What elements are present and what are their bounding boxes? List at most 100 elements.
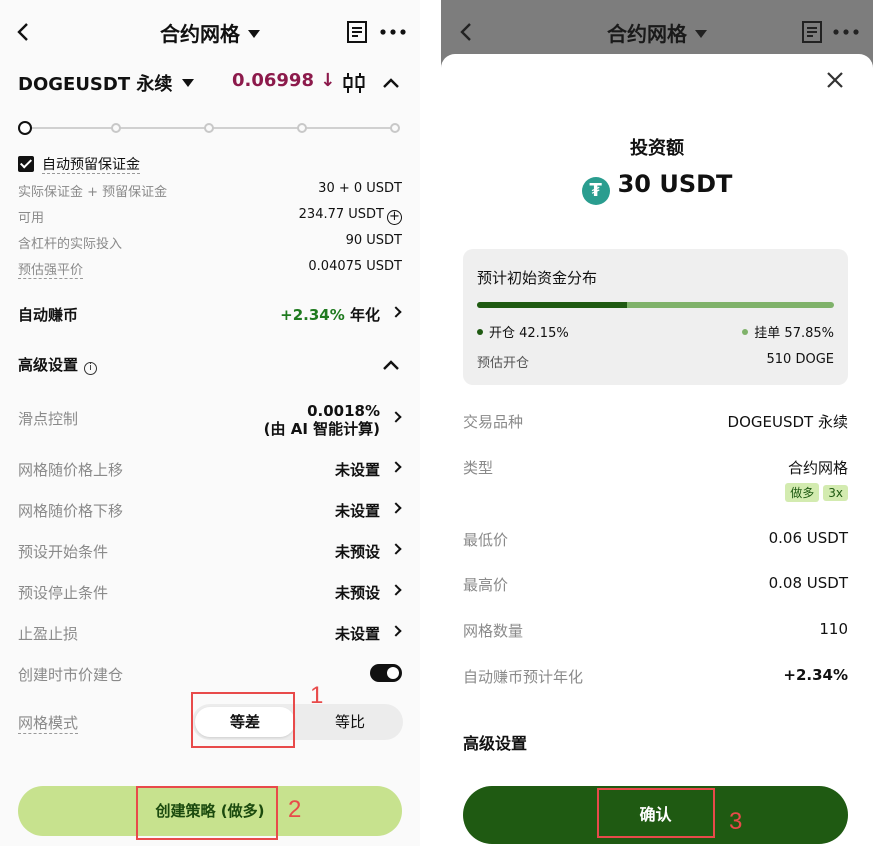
grid-shift-down-row[interactable]: 网格随价格下移 未设置 bbox=[18, 498, 402, 524]
detail-row-symbol: 交易品种 DOGEUSDT 永续 bbox=[463, 411, 848, 433]
detail-row-grid-count: 网格数量 110 bbox=[463, 620, 848, 642]
legend-dot-open bbox=[477, 329, 483, 335]
setting-value: 未设置 bbox=[334, 625, 380, 643]
estimated-open-value: 510 DOGE bbox=[766, 352, 834, 367]
advanced-title: 高级设置 bbox=[18, 356, 79, 374]
more-dots-icon[interactable] bbox=[378, 20, 408, 44]
stop-condition-row[interactable]: 预设停止条件 未预设 bbox=[18, 580, 402, 606]
annotation-box bbox=[136, 786, 278, 840]
chevron-right-icon bbox=[390, 411, 402, 423]
dimmed-top-bar: 合约网格 bbox=[441, 0, 873, 60]
info-label: 可用 bbox=[18, 211, 45, 226]
info-value: 0.04075 USDT bbox=[308, 259, 402, 274]
estimated-open-label: 预估开仓 bbox=[477, 356, 530, 371]
slider-stop[interactable] bbox=[297, 123, 307, 133]
detail-label: 最低价 bbox=[463, 531, 509, 549]
estimated-open-row: 预估开仓 510 DOGE bbox=[477, 352, 834, 371]
detail-label: 类型 bbox=[463, 459, 494, 477]
start-condition-row[interactable]: 预设开始条件 未预设 bbox=[18, 539, 402, 565]
info-value: 30 + 0 USDT bbox=[318, 181, 402, 196]
auto-reserve-label: 自动预留保证金 bbox=[42, 157, 140, 174]
chevron-up-icon[interactable] bbox=[380, 72, 402, 94]
candlestick-chart-icon[interactable] bbox=[342, 71, 366, 95]
page-title: 合约网格 bbox=[607, 22, 687, 46]
slippage-value-line1: 0.0018% bbox=[307, 402, 380, 420]
info-label: 含杠杆的实际投入 bbox=[18, 237, 123, 252]
liquidation-price-row: 预估强平价 0.04075 USDT bbox=[18, 259, 402, 279]
distribution-bar-open-fill bbox=[477, 302, 628, 308]
slippage-value-line2: (由 AI 智能计算) bbox=[263, 420, 380, 438]
grid-shift-up-row[interactable]: 网格随价格上移 未设置 bbox=[18, 457, 402, 483]
tag-leverage: 3x bbox=[823, 485, 848, 501]
document-icon bbox=[802, 21, 822, 43]
legend-open-label: 开仓 42.15% bbox=[489, 326, 569, 341]
leveraged-investment-row: 含杠杆的实际投入 90 USDT bbox=[18, 233, 402, 253]
close-icon[interactable] bbox=[825, 70, 845, 90]
available-row: 可用 234.77 USDT + bbox=[18, 207, 402, 227]
detail-label: 交易品种 bbox=[463, 413, 524, 431]
chevron-up-icon[interactable] bbox=[380, 354, 402, 376]
grid-mode-geometric[interactable]: 等比 bbox=[300, 707, 400, 737]
setting-value: 未设置 bbox=[334, 502, 380, 520]
available-value-wrap: 234.77 USDT + bbox=[299, 207, 402, 225]
chevron-right-icon bbox=[390, 306, 402, 318]
grid-mode-label: 网格模式 bbox=[18, 714, 79, 734]
advanced-title-wrap: 高级设置 i bbox=[18, 354, 98, 375]
investment-label: 投资额 bbox=[630, 138, 684, 159]
advanced-settings-title[interactable]: 高级设置 bbox=[463, 730, 527, 754]
info-icon[interactable]: i bbox=[84, 362, 98, 375]
slider-stop[interactable] bbox=[204, 123, 214, 133]
market-open-row: 创建时市价建仓 bbox=[18, 662, 402, 688]
annotation-number: 2 bbox=[288, 796, 302, 823]
detail-value: 0.08 USDT bbox=[768, 574, 848, 592]
annotation-box bbox=[191, 692, 295, 748]
slippage-row[interactable]: 滑点控制 0.0018% (由 AI 智能计算) bbox=[18, 400, 402, 440]
setting-label: 止盈止损 bbox=[18, 625, 79, 643]
legend-order-label: 挂单 57.85% bbox=[754, 326, 834, 341]
info-label: 预估强平价 bbox=[18, 263, 84, 279]
setting-label: 网格随价格上移 bbox=[18, 461, 124, 479]
info-value: 234.77 USDT bbox=[298, 207, 384, 222]
legend-order: 挂单 57.85% bbox=[742, 322, 834, 341]
auto-reserve-option[interactable]: 自动预留保证金 bbox=[18, 154, 140, 174]
chevron-right-icon bbox=[390, 502, 402, 514]
detail-label: 网格数量 bbox=[463, 622, 524, 640]
market-open-toggle[interactable] bbox=[370, 664, 402, 682]
setting-label: 网格随价格下移 bbox=[18, 502, 124, 520]
setting-value: 未预设 bbox=[334, 584, 380, 602]
setting-label: 预设停止条件 bbox=[18, 584, 109, 602]
setting-label: 预设开始条件 bbox=[18, 543, 109, 561]
auto-reserve-checkbox[interactable] bbox=[18, 156, 34, 172]
confirm-bottom-sheet: 投资额 ₮ 30 USDT 预计初始资金分布 开仓 42.15% 挂单 57.85… bbox=[441, 54, 873, 846]
slippage-label: 滑点控制 bbox=[18, 410, 79, 428]
detail-value: 110 bbox=[819, 620, 848, 638]
top-bar: 合约网格 bbox=[0, 0, 420, 64]
investment-amount: 30 USDT bbox=[617, 170, 733, 198]
detail-label: 自动赚币预计年化 bbox=[463, 668, 584, 686]
annotation-number: 3 bbox=[729, 808, 743, 835]
market-open-label: 创建时市价建仓 bbox=[18, 666, 124, 684]
chevron-right-icon bbox=[390, 584, 402, 596]
chevron-right-icon bbox=[390, 625, 402, 637]
auto-earn-rate: +2.34% bbox=[280, 306, 345, 324]
document-icon[interactable] bbox=[346, 20, 368, 44]
slider-stop[interactable] bbox=[390, 123, 400, 133]
auto-earn-value: +2.34% 年化 bbox=[280, 304, 380, 325]
slider-stop[interactable] bbox=[111, 123, 121, 133]
annotation-box bbox=[597, 788, 715, 838]
auto-earn-row[interactable]: 自动赚币 +2.34% 年化 bbox=[18, 302, 402, 328]
tag-long: 做多 bbox=[785, 483, 820, 502]
add-funds-icon[interactable]: + bbox=[387, 210, 402, 225]
fund-distribution-card: 预计初始资金分布 开仓 42.15% 挂单 57.85% 预估开仓 510 DO… bbox=[463, 249, 848, 385]
last-price: 0.06998 ↓ bbox=[232, 70, 336, 91]
detail-value: DOGEUSDT 永续 bbox=[727, 413, 848, 431]
distribution-bar bbox=[477, 302, 834, 308]
investment-slider[interactable] bbox=[18, 118, 404, 138]
legend-open: 开仓 42.15% bbox=[477, 326, 569, 341]
advanced-settings-header[interactable]: 高级设置 i bbox=[18, 352, 402, 378]
info-value: 90 USDT bbox=[345, 233, 402, 248]
slider-knob[interactable] bbox=[18, 121, 32, 135]
chevron-right-icon bbox=[390, 461, 402, 473]
tp-sl-row[interactable]: 止盈止损 未设置 bbox=[18, 621, 402, 647]
pair-selector[interactable]: DOGEUSDT 永续 bbox=[18, 70, 195, 96]
